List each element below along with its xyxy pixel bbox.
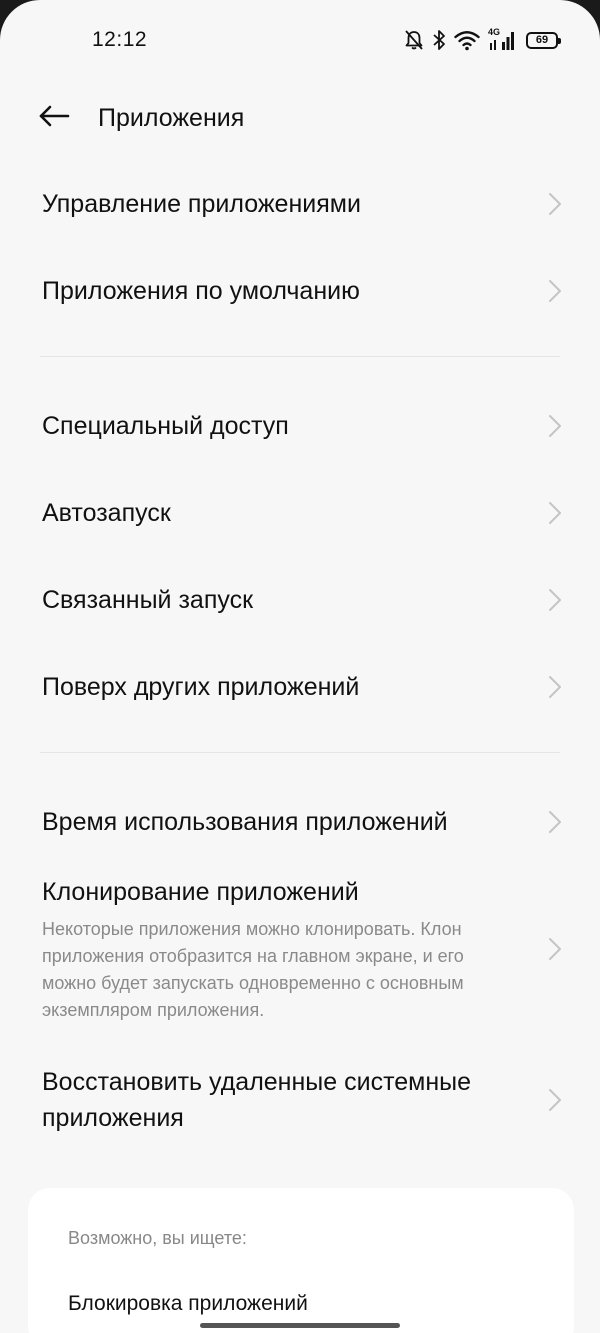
menu-item-default-apps[interactable]: Приложения по умолчанию bbox=[0, 247, 600, 334]
menu-item-label: Автозапуск bbox=[42, 498, 171, 527]
page-title: Приложения bbox=[98, 104, 245, 132]
status-bar: 12:12 4G 69 bbox=[0, 0, 600, 80]
battery-level: 69 bbox=[535, 34, 549, 46]
menu-item-restore-system-apps[interactable]: Восстановить удаленные системные приложе… bbox=[0, 1033, 600, 1167]
menu-item-label: Приложения по умолчанию bbox=[42, 276, 360, 305]
menu-item-associated-launch[interactable]: Связанный запуск bbox=[0, 556, 600, 643]
signal-icon: 4G bbox=[488, 27, 514, 51]
menu-item-label: Управление приложениями bbox=[42, 189, 361, 218]
menu-item-autostart[interactable]: Автозапуск bbox=[0, 469, 600, 556]
chevron-right-icon bbox=[549, 1089, 561, 1111]
menu-item-label: Время использования приложений bbox=[42, 807, 448, 836]
chevron-right-icon bbox=[549, 938, 561, 960]
chevron-right-icon bbox=[549, 414, 561, 437]
chevron-right-icon bbox=[549, 588, 561, 611]
menu-item-label: Специальный доступ bbox=[42, 411, 289, 440]
chevron-right-icon bbox=[549, 810, 561, 833]
suggestions-card: Возможно, вы ищете: Блокировка приложени… bbox=[28, 1188, 574, 1333]
chevron-right-icon bbox=[549, 279, 561, 302]
menu-item-label: Восстановить удаленные системные приложе… bbox=[42, 1068, 472, 1132]
menu-item-usage-time[interactable]: Время использования приложений bbox=[0, 778, 600, 865]
chevron-right-icon bbox=[549, 675, 561, 698]
bluetooth-icon bbox=[432, 29, 446, 51]
header: Приложения bbox=[0, 88, 600, 148]
bell-off-icon bbox=[404, 29, 424, 51]
status-time: 12:12 bbox=[92, 28, 148, 51]
menu-item-label: Связанный запуск bbox=[42, 585, 254, 614]
chevron-right-icon bbox=[549, 501, 561, 524]
suggestions-heading: Возможно, вы ищете: bbox=[68, 1228, 247, 1248]
battery-icon: 69 bbox=[526, 31, 561, 49]
settings-screen: 12:12 4G 69 Приложения Управление прилож… bbox=[0, 0, 600, 1333]
arrow-left-icon bbox=[38, 104, 70, 133]
menu-item-app-management[interactable]: Управление приложениями bbox=[0, 160, 600, 247]
home-indicator[interactable] bbox=[200, 1323, 400, 1328]
menu-item-overlay[interactable]: Поверх других приложений bbox=[0, 643, 600, 730]
status-icons: 4G 69 bbox=[404, 26, 561, 54]
settings-list: Управление приложениями Приложения по ум… bbox=[0, 160, 600, 1167]
menu-item-app-cloning[interactable]: Клонирование приложений Некоторые прилож… bbox=[0, 865, 600, 1033]
suggestion-app-lock[interactable]: Блокировка приложений bbox=[68, 1292, 308, 1316]
menu-item-label: Поверх других приложений bbox=[42, 672, 360, 701]
back-button[interactable] bbox=[34, 100, 74, 136]
wifi-icon bbox=[454, 29, 480, 51]
menu-item-description: Некоторые приложения можно клонировать. … bbox=[42, 919, 464, 1020]
menu-item-label: Клонирование приложений bbox=[42, 878, 359, 906]
chevron-right-icon bbox=[549, 192, 561, 215]
menu-item-special-access[interactable]: Специальный доступ bbox=[0, 382, 600, 469]
